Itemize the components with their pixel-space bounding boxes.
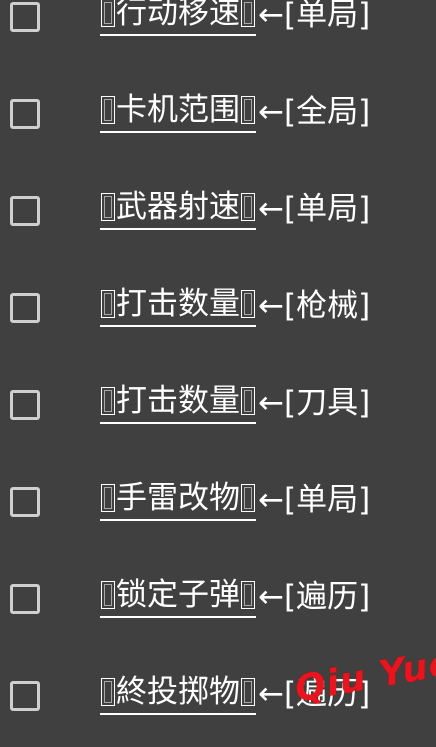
option-name: 卡机范围 bbox=[116, 92, 240, 128]
scope-close-bracket: ] bbox=[358, 94, 371, 130]
option-scope: 单局 bbox=[296, 482, 359, 518]
option-name: 锁定子弹 bbox=[116, 577, 240, 613]
scope-open-bracket: [ bbox=[283, 385, 297, 421]
option-link[interactable]: 打击数量 bbox=[100, 382, 256, 424]
option-name: 終投掷物 bbox=[116, 674, 240, 710]
arrow-icon: ← bbox=[258, 385, 284, 421]
checkbox[interactable] bbox=[10, 390, 40, 420]
checkbox[interactable] bbox=[10, 99, 40, 129]
missing-glyph-icon bbox=[101, 290, 115, 318]
checkbox[interactable] bbox=[10, 196, 40, 226]
option-row-hit-count-guns[interactable]: 打击数量 ← [枪械] bbox=[0, 262, 436, 359]
missing-glyph-icon bbox=[101, 484, 115, 512]
missing-glyph-icon bbox=[241, 678, 255, 706]
option-link[interactable]: 卡机范围 bbox=[100, 91, 256, 133]
option-link[interactable]: 行动移速 bbox=[100, 0, 256, 36]
option-scope: 刀具 bbox=[296, 385, 359, 421]
option-label[interactable]: 行动移速 ← [单局] bbox=[100, 0, 370, 37]
option-scope: 全局 bbox=[296, 94, 359, 130]
option-row-hit-count-blades[interactable]: 打击数量 ← [刀具] bbox=[0, 359, 436, 456]
arrow-icon: ← bbox=[258, 0, 284, 33]
option-label[interactable]: 武器射速 ← [单局] bbox=[100, 187, 370, 231]
option-link[interactable]: 武器射速 bbox=[100, 188, 256, 230]
checkbox[interactable] bbox=[10, 2, 40, 32]
scope-close-bracket: ] bbox=[358, 385, 371, 421]
option-row-stuck-range[interactable]: 卡机范围 ← [全局] bbox=[0, 68, 436, 165]
missing-glyph-icon bbox=[101, 0, 115, 27]
option-scope: 遍历 bbox=[296, 579, 359, 615]
missing-glyph-icon bbox=[101, 387, 115, 415]
scope-close-bracket: ] bbox=[358, 579, 371, 615]
option-link[interactable]: 手雷改物 bbox=[100, 479, 256, 521]
scope-close-bracket: ] bbox=[358, 288, 371, 324]
checkbox[interactable] bbox=[10, 293, 40, 323]
missing-glyph-icon bbox=[241, 96, 255, 124]
option-label[interactable]: 锁定子弹 ← [遍历] bbox=[100, 575, 370, 619]
arrow-icon: ← bbox=[258, 676, 284, 712]
option-link[interactable]: 锁定子弹 bbox=[100, 576, 256, 618]
missing-glyph-icon bbox=[101, 96, 115, 124]
scope-close-bracket: ] bbox=[358, 191, 371, 227]
option-label[interactable]: 打击数量 ← [枪械] bbox=[100, 284, 370, 328]
missing-glyph-icon bbox=[101, 678, 115, 706]
checkbox[interactable] bbox=[10, 681, 40, 711]
missing-glyph-icon bbox=[241, 193, 255, 221]
missing-glyph-icon bbox=[241, 484, 255, 512]
scope-open-bracket: [ bbox=[283, 288, 297, 324]
option-scope: 单局 bbox=[296, 191, 359, 227]
scope-open-bracket: [ bbox=[283, 579, 297, 615]
option-row-grenade-mod[interactable]: 手雷改物 ← [单局] bbox=[0, 456, 436, 553]
option-label[interactable]: 卡机范围 ← [全局] bbox=[100, 90, 370, 134]
checkbox[interactable] bbox=[10, 584, 40, 614]
option-row-weapon-fire-rate[interactable]: 武器射速 ← [单局] bbox=[0, 165, 436, 262]
feature-toggle-list: 行动移速 ← [单局] 卡机范围 ← [全局] 武器射速 ← [单局] 打击… bbox=[0, 0, 436, 735]
arrow-icon: ← bbox=[258, 94, 284, 130]
scope-open-bracket: [ bbox=[283, 482, 297, 518]
scope-close-bracket: ] bbox=[358, 482, 371, 518]
missing-glyph-icon bbox=[241, 387, 255, 415]
missing-glyph-icon bbox=[241, 290, 255, 318]
option-row-movement-speed[interactable]: 行动移速 ← [单局] bbox=[0, 0, 436, 68]
option-scope: 枪械 bbox=[296, 288, 359, 324]
scope-open-bracket: [ bbox=[283, 0, 297, 33]
checkbox[interactable] bbox=[10, 487, 40, 517]
missing-glyph-icon bbox=[241, 581, 255, 609]
arrow-icon: ← bbox=[258, 191, 284, 227]
scope-open-bracket: [ bbox=[283, 191, 297, 227]
option-name: 打击数量 bbox=[116, 286, 240, 322]
missing-glyph-icon bbox=[101, 193, 115, 221]
option-name: 武器射速 bbox=[116, 189, 240, 225]
option-row-lock-ammo[interactable]: 锁定子弹 ← [遍历] bbox=[0, 553, 436, 650]
option-label[interactable]: 手雷改物 ← [单局] bbox=[100, 478, 370, 522]
option-label[interactable]: 打击数量 ← [刀具] bbox=[100, 381, 370, 425]
option-link[interactable]: 打击数量 bbox=[100, 285, 256, 327]
missing-glyph-icon bbox=[101, 581, 115, 609]
arrow-icon: ← bbox=[258, 288, 284, 324]
option-name: 打击数量 bbox=[116, 383, 240, 419]
scope-close-bracket: ] bbox=[358, 0, 371, 33]
option-name: 行动移速 bbox=[116, 0, 240, 31]
missing-glyph-icon bbox=[241, 0, 255, 27]
arrow-icon: ← bbox=[258, 579, 284, 615]
option-link[interactable]: 終投掷物 bbox=[100, 673, 256, 715]
scope-open-bracket: [ bbox=[283, 94, 297, 130]
option-name: 手雷改物 bbox=[116, 480, 240, 516]
option-scope: 单局 bbox=[296, 0, 359, 33]
arrow-icon: ← bbox=[258, 482, 284, 518]
